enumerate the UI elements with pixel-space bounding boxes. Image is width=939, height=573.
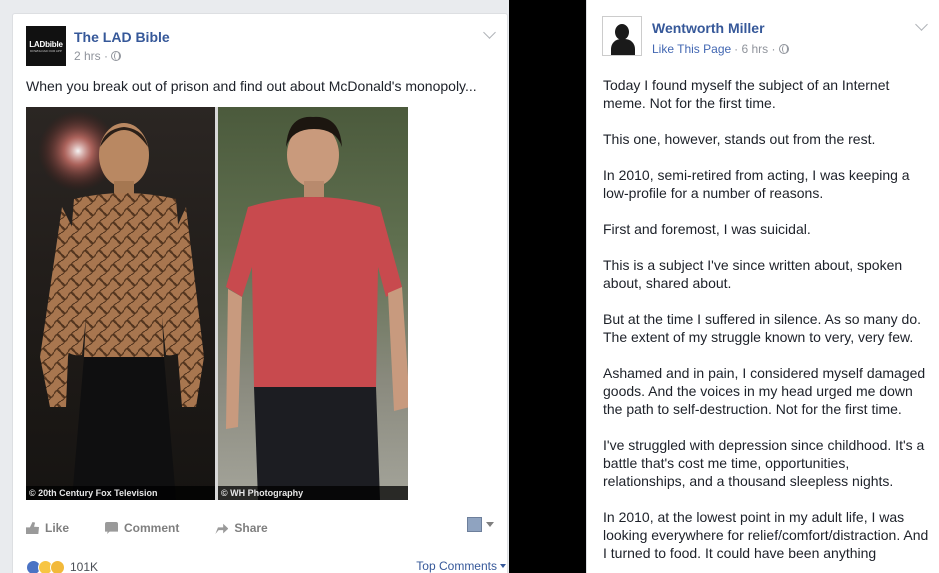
top-comments-label: Top Comments	[416, 559, 497, 573]
page-identity-selector[interactable]	[467, 517, 494, 532]
comment-bubble-icon	[105, 522, 119, 534]
comment-label: Comment	[124, 521, 180, 535]
post-meta: 2 hrs ·	[74, 49, 122, 63]
like-button[interactable]: Like	[26, 521, 69, 535]
page-avatar-lad-bible[interactable]: LADbible DOWNLOAD OUR APP	[26, 26, 66, 66]
avatar-figure-head	[615, 24, 629, 40]
post-timestamp[interactable]: · 6 hrs ·	[734, 42, 775, 56]
post-author-link[interactable]: Wentworth Miller	[652, 20, 765, 36]
page-avatar-wentworth-miller[interactable]	[602, 16, 642, 56]
post-paragraph: In 2010, semi-retired from acting, I was…	[603, 167, 910, 201]
share-button[interactable]: Share	[215, 521, 268, 535]
chevron-down-icon[interactable]	[483, 26, 496, 39]
post-paragraph: I've struggled with depression since chi…	[603, 437, 925, 489]
post-photo[interactable]: © 20th Century Fox Television © WH Photo…	[26, 107, 408, 500]
post-paragraph: First and foremost, I was suicidal.	[603, 221, 811, 237]
post-action-bar: Like Comment Share	[26, 516, 496, 540]
caret-down-icon	[486, 522, 494, 527]
photo-caption-right: © WH Photography	[218, 486, 408, 500]
globe-icon	[778, 44, 789, 54]
caret-down-icon	[500, 564, 506, 568]
photo-panel-right: © WH Photography	[218, 107, 408, 500]
post-body-text: Today I found myself the subject of an I…	[603, 76, 933, 573]
reactions-row: 101K Top Comments	[26, 559, 506, 573]
like-this-page-link[interactable]: Like This Page	[652, 42, 731, 56]
chevron-down-icon[interactable]	[915, 18, 928, 31]
post-paragraph: But at the time I suffered in silence. A…	[603, 311, 922, 345]
post-paragraph: In 2010, at the lowest point in my adult…	[603, 509, 929, 561]
avatar-tagline-text: DOWNLOAD OUR APP	[30, 48, 62, 53]
globe-icon	[111, 51, 122, 61]
post-timestamp[interactable]: 2 hrs ·	[74, 49, 108, 63]
avatar-figure-body	[611, 39, 635, 55]
post-paragraph: Today I found myself the subject of an I…	[603, 77, 890, 111]
post-card-lad-bible: LADbible DOWNLOAD OUR APP The LAD Bible …	[12, 13, 508, 573]
like-label: Like	[45, 521, 70, 535]
reaction-count[interactable]: 101K	[70, 560, 98, 573]
post-card-wentworth-miller: Wentworth Miller Like This Page · 6 hrs …	[586, 0, 939, 573]
photo-caption-left: © 20th Century Fox Television	[26, 486, 215, 500]
post-text: When you break out of prison and find ou…	[26, 78, 477, 94]
red-shirt-figure-illustration	[226, 116, 408, 500]
comment-button[interactable]: Comment	[105, 521, 179, 535]
avatar-brand-text: LADbible	[29, 39, 63, 49]
share-label: Share	[234, 521, 268, 535]
tattooed-figure-illustration	[38, 111, 204, 500]
wow-reaction-icon[interactable]	[50, 559, 65, 573]
post-author-link[interactable]: The LAD Bible	[74, 29, 170, 45]
page-thumbnail-icon	[467, 517, 482, 532]
post-paragraph: This one, however, stands out from the r…	[603, 131, 876, 147]
top-comments-dropdown[interactable]: Top Comments	[416, 559, 506, 573]
thumbs-up-icon	[26, 522, 39, 534]
post-paragraph: This is a subject I've since written abo…	[603, 257, 903, 291]
share-arrow-icon	[215, 523, 229, 534]
photo-panel-left: © 20th Century Fox Television	[26, 107, 215, 500]
post-meta: Like This Page · 6 hrs ·	[652, 42, 789, 56]
post-paragraph: Ashamed and in pain, I considered myself…	[603, 365, 926, 417]
